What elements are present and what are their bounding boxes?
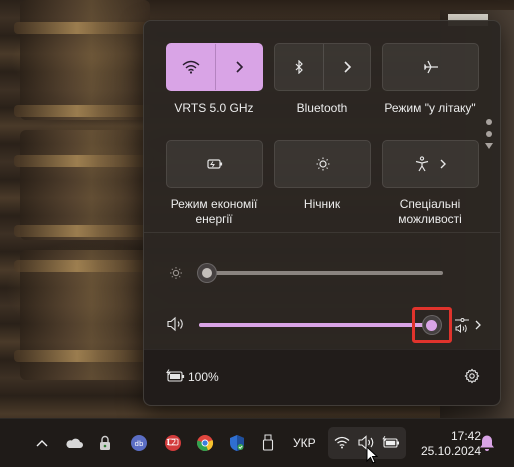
vpn-tray-button[interactable] bbox=[95, 433, 115, 453]
volume-thumb-highlight bbox=[412, 307, 452, 343]
clock-time: 17:42 bbox=[450, 429, 481, 443]
volume-slider[interactable] bbox=[199, 315, 442, 335]
onedrive-tray-button[interactable] bbox=[64, 433, 84, 453]
defender-tray-button[interactable] bbox=[227, 433, 247, 453]
wifi-toggle-button[interactable] bbox=[167, 44, 215, 90]
mail-tray-button[interactable]: 12 bbox=[163, 433, 183, 453]
wallpaper-book-band bbox=[14, 260, 154, 272]
usb-tray-button[interactable] bbox=[258, 433, 278, 453]
volume-slider-fill bbox=[199, 323, 432, 327]
defender-icon bbox=[230, 435, 244, 451]
teams-tray-button[interactable]: db bbox=[129, 433, 149, 453]
quick-settings-panel: VRTS 5.0 GHz Bluetooth Режим "у літаку" … bbox=[143, 20, 501, 406]
page-dot bbox=[486, 131, 492, 137]
wifi-icon bbox=[334, 436, 350, 449]
wallpaper-book-band bbox=[14, 105, 154, 117]
panel-divider bbox=[144, 232, 500, 233]
clock-button[interactable]: 17:42 25.10.2024 bbox=[415, 429, 481, 459]
battery-saver-tile-label: Режим економії енергії bbox=[170, 197, 258, 226]
bell-icon bbox=[480, 435, 494, 451]
accessibility-icon bbox=[415, 156, 428, 172]
airplane-mode-tile[interactable] bbox=[382, 43, 479, 91]
accessibility-tile[interactable] bbox=[382, 140, 479, 188]
battery-charging-icon bbox=[382, 436, 399, 448]
chevron-right-icon bbox=[440, 159, 446, 169]
speaker-icon[interactable] bbox=[166, 316, 186, 332]
taskbar: db 12 УКР 17:42 25.10.2024 bbox=[0, 418, 514, 467]
chevron-right-icon bbox=[236, 61, 243, 73]
wallpaper-book bbox=[20, 130, 150, 240]
page-dot bbox=[486, 119, 492, 125]
clock-date: 25.10.2024 bbox=[420, 444, 481, 458]
bluetooth-toggle-button[interactable] bbox=[275, 44, 323, 90]
wifi-tile bbox=[166, 43, 263, 91]
wallpaper-book bbox=[20, 0, 150, 120]
battery-saver-icon bbox=[206, 159, 222, 169]
chevron-up-icon bbox=[36, 440, 48, 447]
gear-icon[interactable] bbox=[464, 368, 480, 384]
mouse-cursor-icon bbox=[366, 446, 378, 464]
page-down-arrow-icon bbox=[485, 143, 493, 149]
bluetooth-expand-button[interactable] bbox=[322, 44, 371, 90]
wifi-icon bbox=[182, 60, 200, 74]
night-light-icon bbox=[316, 157, 329, 171]
battery-charging-icon bbox=[166, 369, 185, 382]
brightness-row bbox=[144, 261, 500, 285]
wallpaper-book-band bbox=[14, 22, 154, 34]
airplane-icon bbox=[423, 60, 438, 74]
wallpaper-book-band bbox=[14, 225, 154, 237]
svg-text:db: db bbox=[135, 440, 144, 448]
battery-saver-tile[interactable] bbox=[166, 140, 263, 188]
battery-percentage[interactable]: 100% bbox=[188, 370, 219, 384]
mail-badge-count: 12 bbox=[166, 438, 177, 447]
brightness-slider[interactable] bbox=[197, 263, 443, 283]
lock-icon bbox=[100, 435, 110, 450]
accessibility-tile-label: Спеціальні можливості bbox=[398, 197, 462, 226]
bluetooth-tile bbox=[274, 43, 371, 91]
input-language-indicator[interactable]: УКР bbox=[293, 436, 316, 450]
bluetooth-tile-label: Bluetooth bbox=[296, 101, 348, 115]
night-light-tile-label: Нічник bbox=[303, 197, 341, 211]
ms-teams-icon: db bbox=[131, 435, 147, 451]
usb-icon bbox=[262, 434, 274, 451]
wallpaper-book-band bbox=[14, 155, 154, 167]
audio-output-icon[interactable] bbox=[454, 316, 470, 334]
night-light-tile[interactable] bbox=[274, 140, 371, 188]
panel-footer: 100% bbox=[144, 349, 500, 405]
chrome-icon bbox=[197, 435, 214, 451]
notifications-button[interactable] bbox=[477, 433, 497, 453]
wifi-tile-label: VRTS 5.0 GHz bbox=[174, 101, 254, 115]
brightness-slider-thumb[interactable] bbox=[197, 263, 217, 283]
onedrive-icon bbox=[66, 438, 83, 448]
brightness-icon bbox=[170, 267, 182, 279]
bluetooth-icon bbox=[295, 60, 303, 74]
airplane-mode-tile-label: Режим "у літаку" bbox=[384, 101, 476, 115]
wallpaper-book-band bbox=[14, 350, 154, 362]
show-hidden-icons-button[interactable] bbox=[32, 433, 52, 453]
chevron-right-icon bbox=[344, 61, 351, 73]
tile-page-indicator[interactable] bbox=[485, 119, 493, 149]
chrome-tray-button[interactable] bbox=[195, 433, 215, 453]
wifi-expand-button[interactable] bbox=[214, 44, 263, 90]
chevron-right-icon[interactable] bbox=[474, 320, 482, 330]
